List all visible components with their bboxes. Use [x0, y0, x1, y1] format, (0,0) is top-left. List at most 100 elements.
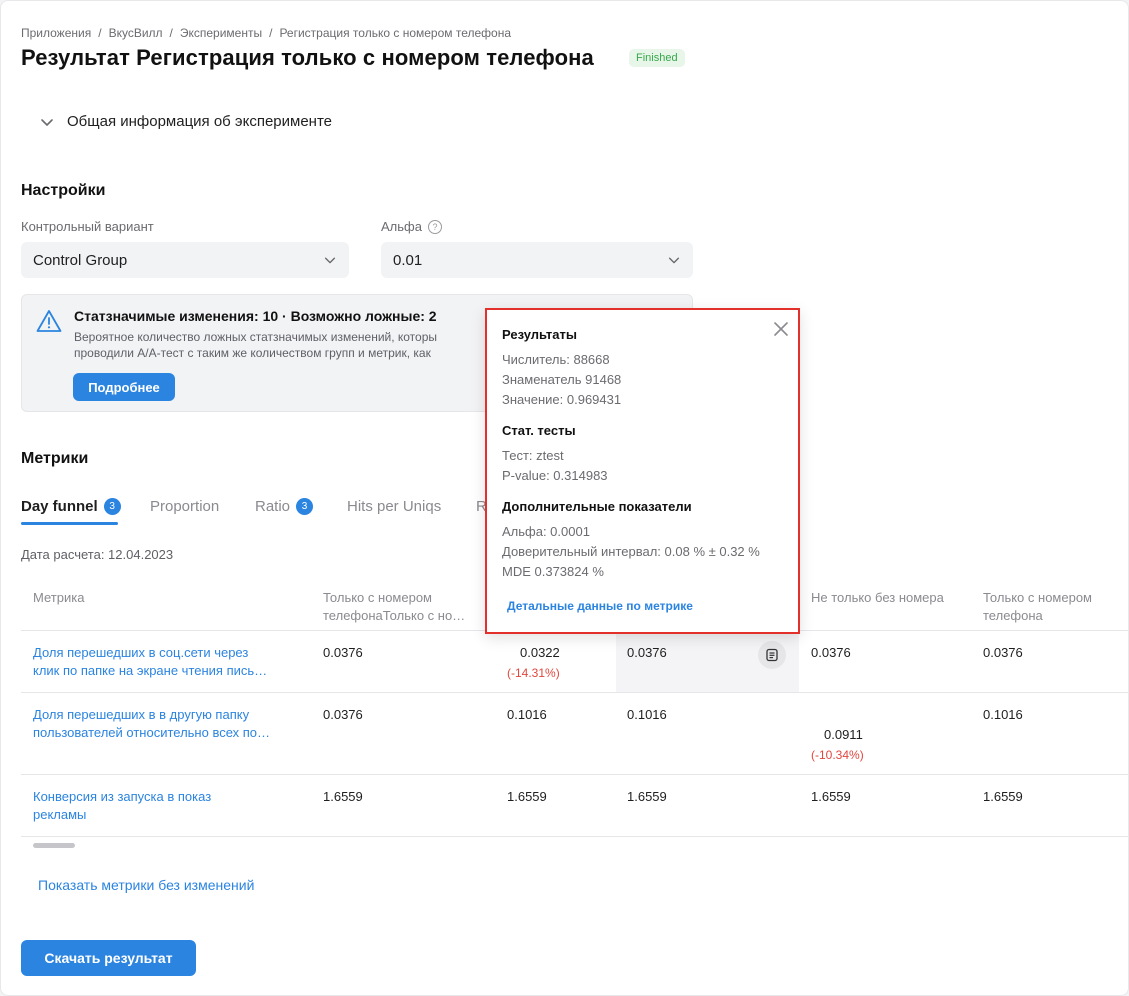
- denominator-value: Знаменатель 91468: [502, 372, 622, 387]
- breadcrumb-separator: /: [169, 26, 173, 40]
- close-icon[interactable]: [772, 320, 790, 338]
- alert-text-line: Вероятное количество ложных статзначимых…: [74, 330, 438, 344]
- column-header-line: Только с номером: [983, 590, 1092, 605]
- numerator-value: Числитель: 88668: [502, 352, 610, 367]
- details-button[interactable]: Подробнее: [73, 373, 175, 401]
- alert-title: Статзначимые изменения: 10 · Возможно ло…: [74, 308, 437, 324]
- control-variant-value: Control Group: [33, 251, 128, 269]
- column-header: Только с номером телефонаТолько с но…: [323, 589, 483, 625]
- metric-details-popover: Результаты Числитель: 88668 Знаменатель …: [485, 308, 800, 634]
- tab-label: Day funnel: [21, 498, 98, 515]
- control-variant-label-text: Контрольный вариант: [21, 219, 154, 234]
- value-cell: 0.1016: [507, 707, 547, 722]
- warning-icon: [36, 310, 62, 332]
- metric-name-line: рекламы: [33, 807, 87, 822]
- metric-name-line: пользователей относительно всех по…: [33, 725, 271, 740]
- test-name: Тест: ztest: [502, 448, 564, 463]
- extra-metrics-heading: Дополнительные показатели: [502, 499, 692, 514]
- metric-details-link[interactable]: Детальные данные по метрике: [507, 599, 693, 613]
- results-page: Приложения / ВкусВилл / Эксперименты / Р…: [0, 0, 1129, 996]
- value-cell: 1.6559: [811, 789, 851, 804]
- show-unchanged-metrics-link[interactable]: Показать метрики без изменений: [38, 877, 254, 893]
- delta-value: (-14.31%): [507, 666, 560, 680]
- metric-name-line: Доля перешедших в в другую папку: [33, 707, 250, 722]
- metric-value: Значение: 0.969431: [502, 392, 622, 407]
- page-title: Результат Регистрация только с номером т…: [21, 45, 594, 70]
- settings-heading: Настройки: [21, 182, 106, 199]
- alpha-label: Альфа ?: [381, 219, 442, 234]
- tab-count-badge: 3: [103, 498, 121, 515]
- control-variant-select[interactable]: Control Group: [21, 242, 349, 278]
- metric-link[interactable]: Доля перешедших в соц.сети через клик по…: [33, 644, 303, 680]
- status-badge: Finished: [629, 49, 685, 67]
- value-cell: 0.1016: [627, 707, 667, 722]
- metric-name-line: Конверсия из запуска в показ: [33, 789, 212, 804]
- tab-label: Proportion: [150, 498, 220, 515]
- value-cell: 0.0376: [323, 645, 363, 660]
- mde-value: MDE 0.373824 %: [502, 564, 604, 579]
- alert-text-line: проводили А/А-тест с таким же количество…: [74, 346, 431, 360]
- breadcrumb-apps[interactable]: Приложения: [21, 26, 91, 40]
- stat-tests-heading: Стат. тесты: [502, 423, 576, 438]
- download-results-button[interactable]: Скачать результат: [21, 940, 196, 976]
- tab-ratio[interactable]: Ratio 3: [255, 498, 314, 515]
- value-cell: 0.0376: [811, 645, 851, 660]
- active-tab-indicator: [21, 522, 118, 525]
- alpha-value: Альфа: 0.0001: [502, 524, 590, 539]
- value-cell: 0.0376: [323, 707, 363, 722]
- metrics-heading: Метрики: [21, 450, 89, 467]
- alpha-select[interactable]: 0.01: [381, 242, 693, 278]
- value-cell: 1.6559: [983, 789, 1023, 804]
- value-cell: 1.6559: [323, 789, 363, 804]
- value-cell: 0.0376: [983, 645, 1023, 660]
- value-cell: 0.0376: [627, 645, 667, 660]
- alert-text: Вероятное количество ложных статзначимых…: [74, 329, 484, 361]
- column-header-line: телефонаТолько с но…: [323, 608, 466, 623]
- metric-name-line: Доля перешедших в соц.сети через: [33, 645, 249, 660]
- p-value: P-value: 0.314983: [502, 468, 608, 483]
- column-header-line: Только с номером: [323, 590, 432, 605]
- breadcrumb-separator: /: [98, 26, 102, 40]
- results-heading: Результаты: [502, 327, 577, 342]
- help-icon[interactable]: ?: [427, 219, 442, 234]
- delta-value: (-10.34%): [811, 748, 864, 762]
- note-icon: [766, 648, 778, 662]
- tab-proportion[interactable]: Proportion: [150, 498, 219, 515]
- chevron-down-icon: [668, 257, 680, 264]
- tab-label: Ratio: [255, 498, 291, 515]
- chevron-down-icon: [41, 118, 53, 126]
- breadcrumb-experiments[interactable]: Эксперименты: [180, 26, 262, 40]
- confidence-interval: Доверительный интервал: 0.08 % ± 0.32 %: [502, 544, 760, 559]
- control-variant-label: Контрольный вариант: [21, 219, 154, 234]
- breadcrumb: Приложения / ВкусВилл / Эксперименты / Р…: [21, 26, 511, 40]
- value-cell: 0.1016: [983, 707, 1023, 722]
- value-cell: 1.6559: [627, 789, 667, 804]
- horizontal-scrollbar[interactable]: [33, 843, 75, 848]
- tab-label: Hits per Uniqs: [347, 498, 442, 515]
- table-row: Доля перешедших в в другую папку пользов…: [21, 693, 1128, 775]
- column-header: Не только без номера: [811, 590, 944, 605]
- value-cell: 0.0322: [520, 645, 560, 660]
- breadcrumb-current: Регистрация только с номером телефона: [279, 26, 512, 40]
- value-cell: 1.6559: [507, 789, 547, 804]
- metric-link[interactable]: Конверсия из запуска в показ рекламы: [33, 788, 303, 824]
- accordion-label: Общая информация об эксперименте: [67, 113, 332, 130]
- table-row: Доля перешедших в соц.сети через клик по…: [21, 631, 1128, 693]
- tab-hits-per-uniqs[interactable]: Hits per Uniqs: [347, 498, 441, 515]
- breadcrumb-app[interactable]: ВкусВилл: [109, 26, 163, 40]
- table-row: Конверсия из запуска в показ рекламы 1.6…: [21, 775, 1128, 837]
- metric-link[interactable]: Доля перешедших в в другую папку пользов…: [33, 706, 303, 742]
- value-cell: 0.0911: [824, 727, 863, 742]
- breadcrumb-separator: /: [269, 26, 273, 40]
- calculation-date: Дата расчета: 12.04.2023: [21, 547, 174, 562]
- tab-day-funnel[interactable]: Day funnel 3: [21, 498, 121, 515]
- column-header: Только с номером телефона: [983, 589, 1092, 625]
- general-info-accordion[interactable]: Общая информация об эксперименте: [39, 113, 332, 130]
- tab-count-badge: 3: [296, 498, 314, 515]
- metric-name-line: клик по папке на экране чтения пись…: [33, 663, 268, 678]
- column-header-metric: Метрика: [33, 590, 85, 605]
- alpha-value: 0.01: [393, 251, 423, 269]
- column-header-line: телефона: [983, 608, 1043, 623]
- alpha-label-text: Альфа: [381, 219, 422, 234]
- details-note-button[interactable]: [758, 641, 786, 669]
